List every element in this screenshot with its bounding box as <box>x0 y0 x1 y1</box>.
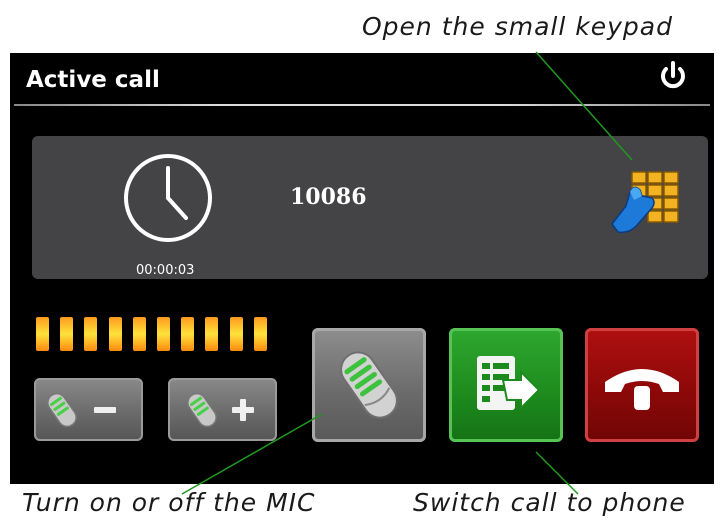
mic-level-segment <box>133 317 146 351</box>
power-button[interactable] <box>656 59 690 93</box>
mic-volume-up-button[interactable] <box>168 378 277 441</box>
mic-plus-icon <box>187 392 254 428</box>
mic-level-segment <box>254 317 267 351</box>
mic-toggle-button[interactable] <box>312 328 426 442</box>
microphone-icon <box>340 351 398 419</box>
power-icon <box>661 61 685 89</box>
mic-level-segment <box>84 317 97 351</box>
mic-level-segment <box>60 317 73 351</box>
mic-minus-icon <box>47 392 116 428</box>
annotation-open-keypad: Open the small keypad <box>362 12 673 41</box>
call-duration: 00:00:03 <box>136 263 195 278</box>
active-call-screen: Active call 00:00:03 10086 <box>10 53 714 484</box>
mic-level-segment <box>205 317 218 351</box>
switch-to-phone-icon <box>477 356 541 411</box>
switch-to-phone-button[interactable] <box>449 328 563 442</box>
hang-up-icon <box>605 369 679 410</box>
clock-icon <box>124 154 212 242</box>
page-title: Active call <box>26 67 160 93</box>
annotation-switch-phone: Switch call to phone <box>413 488 686 517</box>
call-number: 10086 <box>290 184 367 210</box>
mic-level-meter <box>36 317 276 353</box>
mic-level-segment <box>36 317 49 351</box>
mic-volume-down-button[interactable] <box>34 378 143 441</box>
keypad-hand-icon <box>611 171 679 234</box>
title-bar: Active call <box>10 53 714 107</box>
mic-level-segment <box>109 317 122 351</box>
annotation-toggle-mic: Turn on or off the MIC <box>22 488 316 517</box>
mic-level-segment <box>181 317 194 351</box>
hang-up-button[interactable] <box>585 328 699 442</box>
call-info-panel: 00:00:03 10086 <box>32 136 708 279</box>
mic-level-segment <box>230 317 243 351</box>
title-divider <box>14 104 710 106</box>
keypad-button[interactable] <box>608 166 684 236</box>
mic-level-segment <box>157 317 170 351</box>
